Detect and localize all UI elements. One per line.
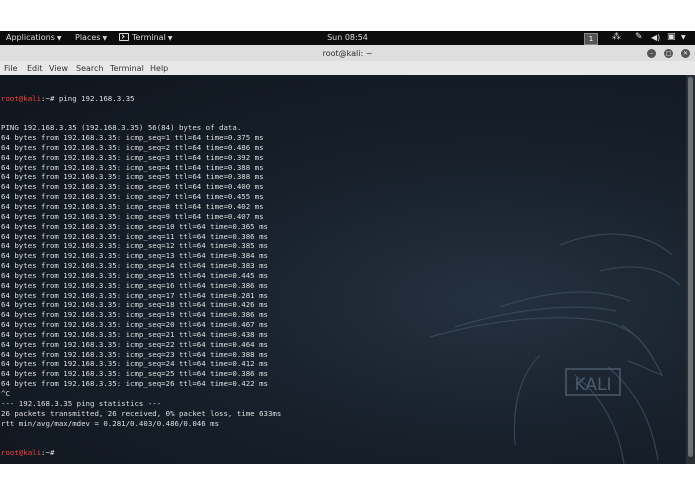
top-panel: Applications ▼ Places ▼ Terminal ▼ Sun 08:5… [0,31,695,45]
output-line: ^C [1,389,10,398]
output-line: 64 bytes from 192.168.3.35: icmp_seq=15 … [1,270,268,280]
current-prompt-line: root@kali:~# [1,448,281,458]
workspace-indicator[interactable]: 1 [584,33,598,45]
prompt-user: root@kali [1,93,42,103]
terminal-area[interactable]: KALI root@kali:~# ping 192.168.3.35 PING… [0,75,686,464]
output-line: 64 bytes from 192.168.3.35: icmp_seq=9 t… [1,211,264,221]
window-title: root@kali: ~ [322,49,373,58]
terminal-scrollbar[interactable] [686,75,695,464]
menu-file[interactable]: File [4,64,17,73]
kali-logo-text: KALI [575,375,612,395]
output-line: 64 bytes from 192.168.3.35: icmp_seq=1 t… [1,133,264,143]
output-line: 64 bytes from 192.168.3.35: icmp_seq=2 t… [1,142,264,152]
output-line: 64 bytes from 192.168.3.35: icmp_seq=11 … [1,231,268,241]
prompt-path: :~# [41,93,59,103]
pen-icon[interactable]: ✎ [635,32,643,42]
prompt-path: :~# [41,448,59,458]
output-line: 64 bytes from 192.168.3.35: icmp_seq=20 … [1,320,268,330]
command-text: ping 192.168.3.35 [58,93,135,103]
output-line: 64 bytes from 192.168.3.35: icmp_seq=6 t… [1,182,264,192]
window-titlebar[interactable]: root@kali: ~ – □ ✕ [0,45,695,61]
desktop-screen: Applications ▼ Places ▼ Terminal ▼ Sun 08:5… [0,31,695,464]
output-line: 64 bytes from 192.168.3.35: icmp_seq=12 … [1,241,268,251]
output-line: 64 bytes from 192.168.3.35: icmp_seq=7 t… [1,192,264,202]
output-line: 64 bytes from 192.168.3.35: icmp_seq=25 … [1,369,268,379]
menu-terminal[interactable]: Terminal [110,64,144,73]
output-line: 64 bytes from 192.168.3.35: icmp_seq=8 t… [1,201,264,211]
output-line: 64 bytes from 192.168.3.35: icmp_seq=23 … [1,349,268,359]
power-menu-chevron-icon[interactable]: ▼ [681,34,686,41]
network-icon[interactable]: ⁂ [612,32,621,42]
menu-bar: File Edit View Search Terminal Help [0,61,695,76]
scrollbar-thumb[interactable] [688,77,693,457]
volume-icon[interactable]: ◀) [651,33,660,42]
output-line: 64 bytes from 192.168.3.35: icmp_seq=13 … [1,251,268,261]
output-line: 64 bytes from 192.168.3.35: icmp_seq=26 … [1,379,268,389]
output-line: 64 bytes from 192.168.3.35: icmp_seq=5 t… [1,172,264,182]
output-line: 64 bytes from 192.168.3.35: icmp_seq=3 t… [1,152,264,162]
output-line: rtt min/avg/max/mdev = 0.281/0.403/0.486… [1,418,220,428]
prompt-user: root@kali [1,448,42,458]
menu-view[interactable]: View [49,64,68,73]
output-line: 26 packets transmitted, 26 received, 0% … [1,408,282,418]
output-line: 64 bytes from 192.168.3.35: icmp_seq=24 … [1,359,268,369]
maximize-button[interactable]: □ [664,49,673,58]
output-line: PING 192.168.3.35 (192.168.3.35) 56(84) … [1,123,242,133]
output-line: 64 bytes from 192.168.3.35: icmp_seq=17 … [1,290,268,300]
output-line: 64 bytes from 192.168.3.35: icmp_seq=22 … [1,339,268,349]
output-line: 64 bytes from 192.168.3.35: icmp_seq=14 … [1,261,268,271]
close-button[interactable]: ✕ [681,49,690,58]
command-line: root@kali:~# ping 192.168.3.35 [1,94,281,104]
output-line: 64 bytes from 192.168.3.35: icmp_seq=21 … [1,329,268,339]
output-line: 64 bytes from 192.168.3.35: icmp_seq=18 … [1,300,268,310]
battery-icon[interactable]: ▣ [667,32,676,42]
menu-edit[interactable]: Edit [27,64,43,73]
output-line: --- 192.168.3.35 ping statistics --- [1,398,162,408]
menu-search[interactable]: Search [76,64,103,73]
terminal-output: root@kali:~# ping 192.168.3.35 PING 192.… [1,75,281,464]
output-line: 64 bytes from 192.168.3.35: icmp_seq=4 t… [1,162,264,172]
output-line: 64 bytes from 192.168.3.35: icmp_seq=10 … [1,221,268,231]
menu-help[interactable]: Help [150,64,168,73]
minimize-button[interactable]: – [647,49,656,58]
output-line: 64 bytes from 192.168.3.35: icmp_seq=16 … [1,280,268,290]
output-line: 64 bytes from 192.168.3.35: icmp_seq=19 … [1,310,268,320]
